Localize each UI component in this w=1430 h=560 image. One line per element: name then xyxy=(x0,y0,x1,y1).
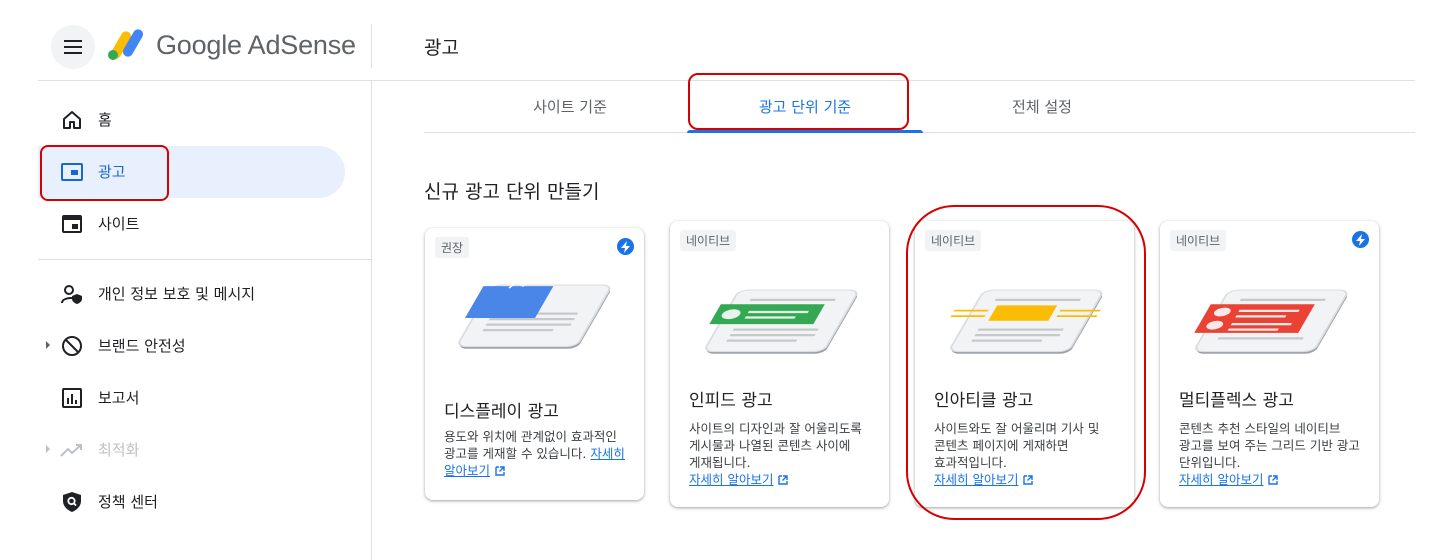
policy-shield-icon xyxy=(60,490,84,514)
header-bottom-border xyxy=(38,80,1415,81)
sidebar-item-label: 최적화 xyxy=(98,441,140,459)
learn-more-label: 자세히 알아보기 xyxy=(1179,472,1264,487)
block-icon xyxy=(60,334,84,358)
sidebar-item-reports[interactable]: 보고서 xyxy=(38,372,345,424)
card-description-text: 콘텐츠 추천 스타일의 네이티브 광고를 보여 주는 그리드 기반 광고 단위입… xyxy=(1179,421,1360,470)
sidebar-item-privacy[interactable]: 개인 정보 보호 및 메시지 xyxy=(38,268,345,320)
in-feed-ad-card[interactable]: 네이티브 인피드 광고 사이트의 디자인과 잘 어울리도록 게시물과 나열된 콘… xyxy=(670,221,889,507)
sidebar-item-brand-safety[interactable]: 브랜드 안전성 xyxy=(38,320,345,372)
display-ad-card[interactable]: 권장 디스플레이 광고 용도와 위치에 관계없이 효과적인 광고를 게재할 수 … xyxy=(425,228,644,500)
open-in-new-icon xyxy=(778,475,789,485)
sidebar-item-label: 브랜드 안전성 xyxy=(98,337,186,355)
sidebar-item-label: 보고서 xyxy=(98,389,140,407)
top-app-bar: Google AdSense 광고 xyxy=(0,0,1430,80)
sidebar-item-label: 개인 정보 보호 및 메시지 xyxy=(98,285,256,303)
lightning-icon xyxy=(617,238,634,255)
card-title: 멀티플렉스 광고 xyxy=(1179,391,1294,411)
main-menu-button[interactable] xyxy=(51,25,95,69)
multiplex-ad-card[interactable]: 네이티브 멀티플렉스 광고 콘텐츠 추천 스타일의 네이티브 광고를 보여 주는… xyxy=(1160,221,1379,507)
trending-icon xyxy=(60,438,84,462)
open-in-new-icon xyxy=(495,466,505,476)
expand-caret-icon[interactable] xyxy=(46,445,50,453)
learn-more-link[interactable]: 자세히 알아보기 xyxy=(934,472,1034,487)
card-description-text: 사이트와도 잘 어울리며 기사 및 콘텐츠 페이지에 게재하면 효과적입니다. xyxy=(934,421,1100,470)
sidebar-item-sites[interactable]: 사이트 xyxy=(38,198,345,250)
hamburger-menu-icon xyxy=(64,40,82,54)
card-title: 디스플레이 광고 xyxy=(444,402,559,422)
card-description-text: 사이트의 디자인과 잘 어울리도록 게시물과 나열된 콘텐츠 사이에 게재됩니다… xyxy=(689,421,862,470)
card-description: 사이트의 디자인과 잘 어울리도록 게시물과 나열된 콘텐츠 사이에 게재됩니다… xyxy=(689,420,874,488)
sidebar-item-label: 사이트 xyxy=(98,215,140,233)
card-description: 용도와 위치에 관계없이 효과적인 광고를 게재할 수 있습니다. 자세히 알아… xyxy=(444,428,629,479)
open-in-new-icon xyxy=(1268,475,1279,485)
adsense-logo-icon[interactable] xyxy=(106,26,146,62)
learn-more-label: 자세히 알아보기 xyxy=(934,472,1019,487)
learn-more-label: 자세히 알아보기 xyxy=(689,472,774,487)
lightning-icon xyxy=(1352,231,1369,248)
tab-by-ad-unit[interactable]: 광고 단위 기준 xyxy=(687,96,923,117)
sidebar-item-label: 정책 센터 xyxy=(98,493,158,511)
header-divider xyxy=(371,24,372,68)
recommended-badge: 권장 xyxy=(435,237,470,258)
sidebar-border xyxy=(371,81,372,560)
reports-icon xyxy=(60,386,84,410)
sites-icon xyxy=(60,212,84,236)
display-ad-illustration xyxy=(458,279,611,349)
card-title: 인아티클 광고 xyxy=(934,391,1034,411)
brand-name: Google AdSense xyxy=(156,30,356,60)
sidebar-item-home[interactable]: 홈 xyxy=(38,94,345,146)
open-in-new-icon xyxy=(1023,475,1034,485)
sidebar-item-ads[interactable]: 광고 xyxy=(38,146,345,198)
tab-global-settings[interactable]: 전체 설정 xyxy=(952,96,1132,117)
learn-more-link[interactable]: 자세히 알아보기 xyxy=(689,472,789,487)
learn-more-link[interactable]: 자세히 알아보기 xyxy=(1179,472,1279,487)
sidebar-item-label: 광고 xyxy=(98,163,126,181)
active-tab-indicator xyxy=(687,130,923,133)
native-badge: 네이티브 xyxy=(1170,230,1227,251)
card-description: 콘텐츠 추천 스타일의 네이티브 광고를 보여 주는 그리드 기반 광고 단위입… xyxy=(1179,420,1364,488)
in-article-ad-illustration xyxy=(950,289,1103,354)
sidebar-divider xyxy=(38,259,371,260)
card-title: 인피드 광고 xyxy=(689,391,773,411)
sidebar-item-policy-center[interactable]: 정책 센터 xyxy=(38,476,345,528)
tab-by-site[interactable]: 사이트 기준 xyxy=(480,96,660,117)
multiplex-ad-illustration xyxy=(1194,289,1348,354)
expand-caret-icon[interactable] xyxy=(46,341,50,349)
page-title: 광고 xyxy=(424,37,459,59)
in-feed-ad-illustration xyxy=(705,289,858,354)
in-article-ad-card[interactable]: 네이티브 인아티클 광고 사이트와도 잘 어울리며 기사 및 콘텐츠 페이지에 … xyxy=(915,221,1134,507)
section-title: 신규 광고 단위 만들기 xyxy=(424,181,600,203)
home-icon xyxy=(60,108,84,132)
sidebar-item-optimization[interactable]: 최적화 xyxy=(38,424,345,476)
native-badge: 네이티브 xyxy=(680,230,737,251)
native-badge: 네이티브 xyxy=(925,230,982,251)
card-description: 사이트와도 잘 어울리며 기사 및 콘텐츠 페이지에 게재하면 효과적입니다. … xyxy=(934,420,1119,488)
ads-icon xyxy=(60,160,84,184)
privacy-icon xyxy=(60,282,84,306)
sidebar-item-label: 홈 xyxy=(98,111,112,129)
